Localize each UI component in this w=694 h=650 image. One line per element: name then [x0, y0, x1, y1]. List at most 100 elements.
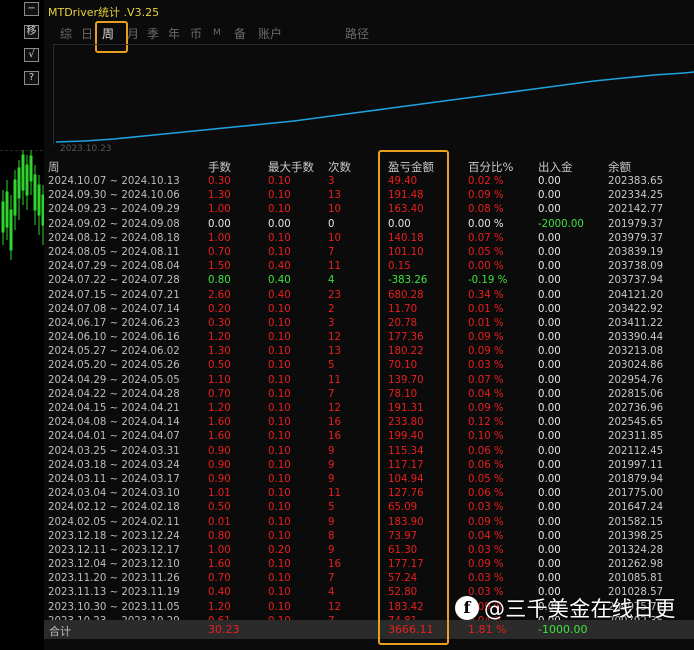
tab-0[interactable]: 综: [60, 25, 72, 42]
tab-9[interactable]: 账户: [258, 25, 282, 42]
cell-deposit-withdraw: 0.00: [538, 176, 561, 187]
tab-1[interactable]: 日: [81, 25, 93, 42]
table-row[interactable]: 2024.08.05 ~ 2024.08.11 0.70 0.10 7 101.10 0.…: [48, 246, 694, 260]
tab-8[interactable]: 备: [234, 25, 246, 42]
cell-week: 2024.03.11 ~ 2024.03.17: [48, 473, 180, 485]
cell-lots: 0.00: [208, 218, 231, 230]
table-row[interactable]: 2024.03.25 ~ 2024.03.31 0.90 0.10 9 115.34 0.…: [48, 445, 694, 459]
move-button[interactable]: 移: [24, 25, 39, 39]
cell-balance: 203024.86: [608, 360, 664, 372]
cell-percent: 0.06 %: [468, 445, 504, 457]
table-row[interactable]: 2023.12.04 ~ 2023.12.10 1.60 0.10 16 177.17 0…: [48, 558, 694, 572]
tab-7[interactable]: M: [213, 28, 221, 38]
table-row[interactable]: 2024.07.29 ~ 2024.08.04 1.50 0.40 11 0.15 0.0…: [48, 260, 694, 274]
table-row[interactable]: 2024.03.04 ~ 2024.03.10 1.01 0.10 11 127.76 0…: [48, 487, 694, 501]
cell-max-lots: 0.10: [268, 417, 291, 429]
cell-count: 16: [328, 431, 341, 443]
cell-week: 2024.03.18 ~ 2024.03.24: [48, 459, 180, 471]
cell-percent: 0.06 %: [468, 488, 504, 500]
table-row[interactable]: 2024.04.15 ~ 2024.04.21 1.20 0.10 12 191.31 0…: [48, 402, 694, 416]
cell-balance: 201582.15: [608, 516, 664, 528]
table-row[interactable]: 2024.07.15 ~ 2024.07.21 2.60 0.40 23 680.28 0…: [48, 289, 694, 303]
minimize-button[interactable]: −: [24, 2, 39, 16]
table-row[interactable]: 2024.04.01 ~ 2024.04.07 1.60 0.10 16 199.40 0…: [48, 430, 694, 444]
table-row[interactable]: 2024.09.02 ~ 2024.09.08 0.00 0.00 0 0.00 0.00…: [48, 218, 694, 232]
cell-lots: 1.30: [208, 190, 231, 202]
cell-deposit-withdraw: 0.00: [538, 374, 561, 386]
cell-percent: 0.06 %: [468, 459, 504, 471]
cell-deposit-withdraw: 0.00: [538, 473, 561, 485]
header-count[interactable]: 次数: [328, 160, 351, 174]
table-row[interactable]: 2024.04.22 ~ 2024.04.28 0.70 0.10 7 78.10 0.0…: [48, 388, 694, 402]
cell-max-lots: 0.10: [268, 403, 291, 414]
cell-count: 5: [328, 360, 335, 372]
table-row[interactable]: 2024.07.08 ~ 2024.07.14 0.20 0.10 2 11.70 0.0…: [48, 303, 694, 317]
table-row[interactable]: 2024.07.22 ~ 2024.07.28 0.80 0.40 4 -383.26-…: [48, 274, 694, 288]
cell-balance: 201398.25: [608, 530, 664, 542]
cell-week: 2024.03.04 ~ 2024.03.10: [48, 488, 180, 500]
table-row[interactable]: 2024.10.07 ~ 2024.10.13 0.30 0.10 3 49.40 0.0…: [48, 175, 694, 189]
table-row[interactable]: 2024.03.18 ~ 2024.03.24 0.90 0.10 9 117.17 0.…: [48, 459, 694, 473]
table-row[interactable]: 2024.03.11 ~ 2024.03.17 0.90 0.10 9 104.94 0.…: [48, 473, 694, 487]
table-row[interactable]: 2024.05.27 ~ 2024.06.02 1.30 0.10 13 180.22 0…: [48, 345, 694, 359]
table-row[interactable]: 2023.12.11 ~ 2023.12.17 1.00 0.20 9 61.30 0.0…: [48, 544, 694, 558]
price-candles: [1, 150, 45, 260]
tab-5[interactable]: 年: [168, 25, 180, 42]
cell-balance: 201879.94: [608, 473, 664, 485]
header-lots[interactable]: 手数: [208, 160, 231, 174]
cell-deposit-withdraw: 0.00: [538, 488, 561, 500]
total-lots: 30.23: [208, 623, 240, 636]
table-row[interactable]: 2024.09.30 ~ 2024.10.06 1.30 0.10 13 191.48 0…: [48, 189, 694, 203]
table-row[interactable]: 2023.11.20 ~ 2023.11.26 0.70 0.10 7 57.24 0.0…: [48, 572, 694, 586]
cell-week: 2024.08.05 ~ 2024.08.11: [48, 246, 180, 258]
cell-max-lots: 0.00: [268, 218, 291, 230]
cell-deposit-withdraw: 0.00: [538, 317, 561, 329]
cell-week: 2024.02.12 ~ 2024.02.18: [48, 502, 180, 514]
help-button[interactable]: ?: [24, 71, 39, 85]
cell-count: 16: [328, 559, 341, 571]
cell-percent: 0.09 %: [468, 403, 504, 414]
cell-max-lots: 0.10: [268, 204, 291, 216]
cell-lots: 1.10: [208, 374, 231, 386]
cell-count: 13: [328, 346, 341, 358]
cell-balance: 203737.94: [608, 275, 664, 287]
header-deposit-withdraw[interactable]: 出入金: [538, 160, 573, 174]
cell-lots: 1.20: [208, 601, 231, 613]
cell-count: 11: [328, 261, 341, 273]
cell-percent: 0.02 %: [468, 176, 504, 187]
table-row[interactable]: 2024.06.10 ~ 2024.06.16 1.20 0.10 12 177.36 0…: [48, 331, 694, 345]
header-balance[interactable]: 余额: [608, 160, 631, 174]
cell-deposit-withdraw: 0.00: [538, 204, 561, 216]
header-percent[interactable]: 百分比%: [468, 160, 513, 174]
confirm-button[interactable]: √: [24, 48, 39, 62]
tab-3[interactable]: 月: [127, 25, 139, 42]
cell-count: 7: [328, 388, 335, 400]
cell-lots: 0.90: [208, 473, 231, 485]
table-row[interactable]: 2024.05.20 ~ 2024.05.26 0.50 0.10 5 70.10 0.0…: [48, 359, 694, 373]
header-max-lots[interactable]: 最大手数: [268, 160, 314, 174]
tab-6[interactable]: 币: [190, 25, 202, 42]
cell-week: 2024.07.15 ~ 2024.07.21: [48, 289, 180, 301]
cell-lots: 0.80: [208, 275, 231, 287]
table-row[interactable]: 2024.09.23 ~ 2024.09.29 1.00 0.10 10 163.40 0…: [48, 203, 694, 217]
table-row[interactable]: 2024.08.12 ~ 2024.08.18 1.00 0.10 10 140.18 0…: [48, 232, 694, 246]
table-row[interactable]: 2024.04.08 ~ 2024.04.14 1.60 0.10 16 233.80 0…: [48, 416, 694, 430]
cell-week: 2024.04.22 ~ 2024.04.28: [48, 388, 180, 400]
cell-percent: 0.04 %: [468, 530, 504, 542]
table-row[interactable]: 2023.12.18 ~ 2023.12.24 0.80 0.10 8 73.97 0.0…: [48, 530, 694, 544]
table-row[interactable]: 2024.04.29 ~ 2024.05.05 1.10 0.10 11 139.70 0…: [48, 374, 694, 388]
table-row[interactable]: 2024.06.17 ~ 2024.06.23 0.30 0.10 3 20.78 0.0…: [48, 317, 694, 331]
cell-percent: 0.00 %: [468, 261, 504, 273]
cell-lots: 1.20: [208, 332, 231, 344]
cell-percent: 0.03 %: [468, 502, 504, 514]
tab-4[interactable]: 季: [147, 25, 159, 42]
cell-count: 5: [328, 502, 335, 514]
tab-10[interactable]: 路径: [345, 25, 369, 42]
cell-deposit-withdraw: 0.00: [538, 360, 561, 372]
cell-lots: 0.70: [208, 388, 231, 400]
equity-curve-svg: [55, 71, 694, 143]
cell-count: 0: [328, 218, 335, 230]
header-week[interactable]: 周: [48, 160, 60, 174]
table-row[interactable]: 2024.02.05 ~ 2024.02.11 0.01 0.10 9 183.90 0.…: [48, 516, 694, 530]
table-row[interactable]: 2024.02.12 ~ 2024.02.18 0.50 0.10 5 65.09 0.0…: [48, 501, 694, 515]
